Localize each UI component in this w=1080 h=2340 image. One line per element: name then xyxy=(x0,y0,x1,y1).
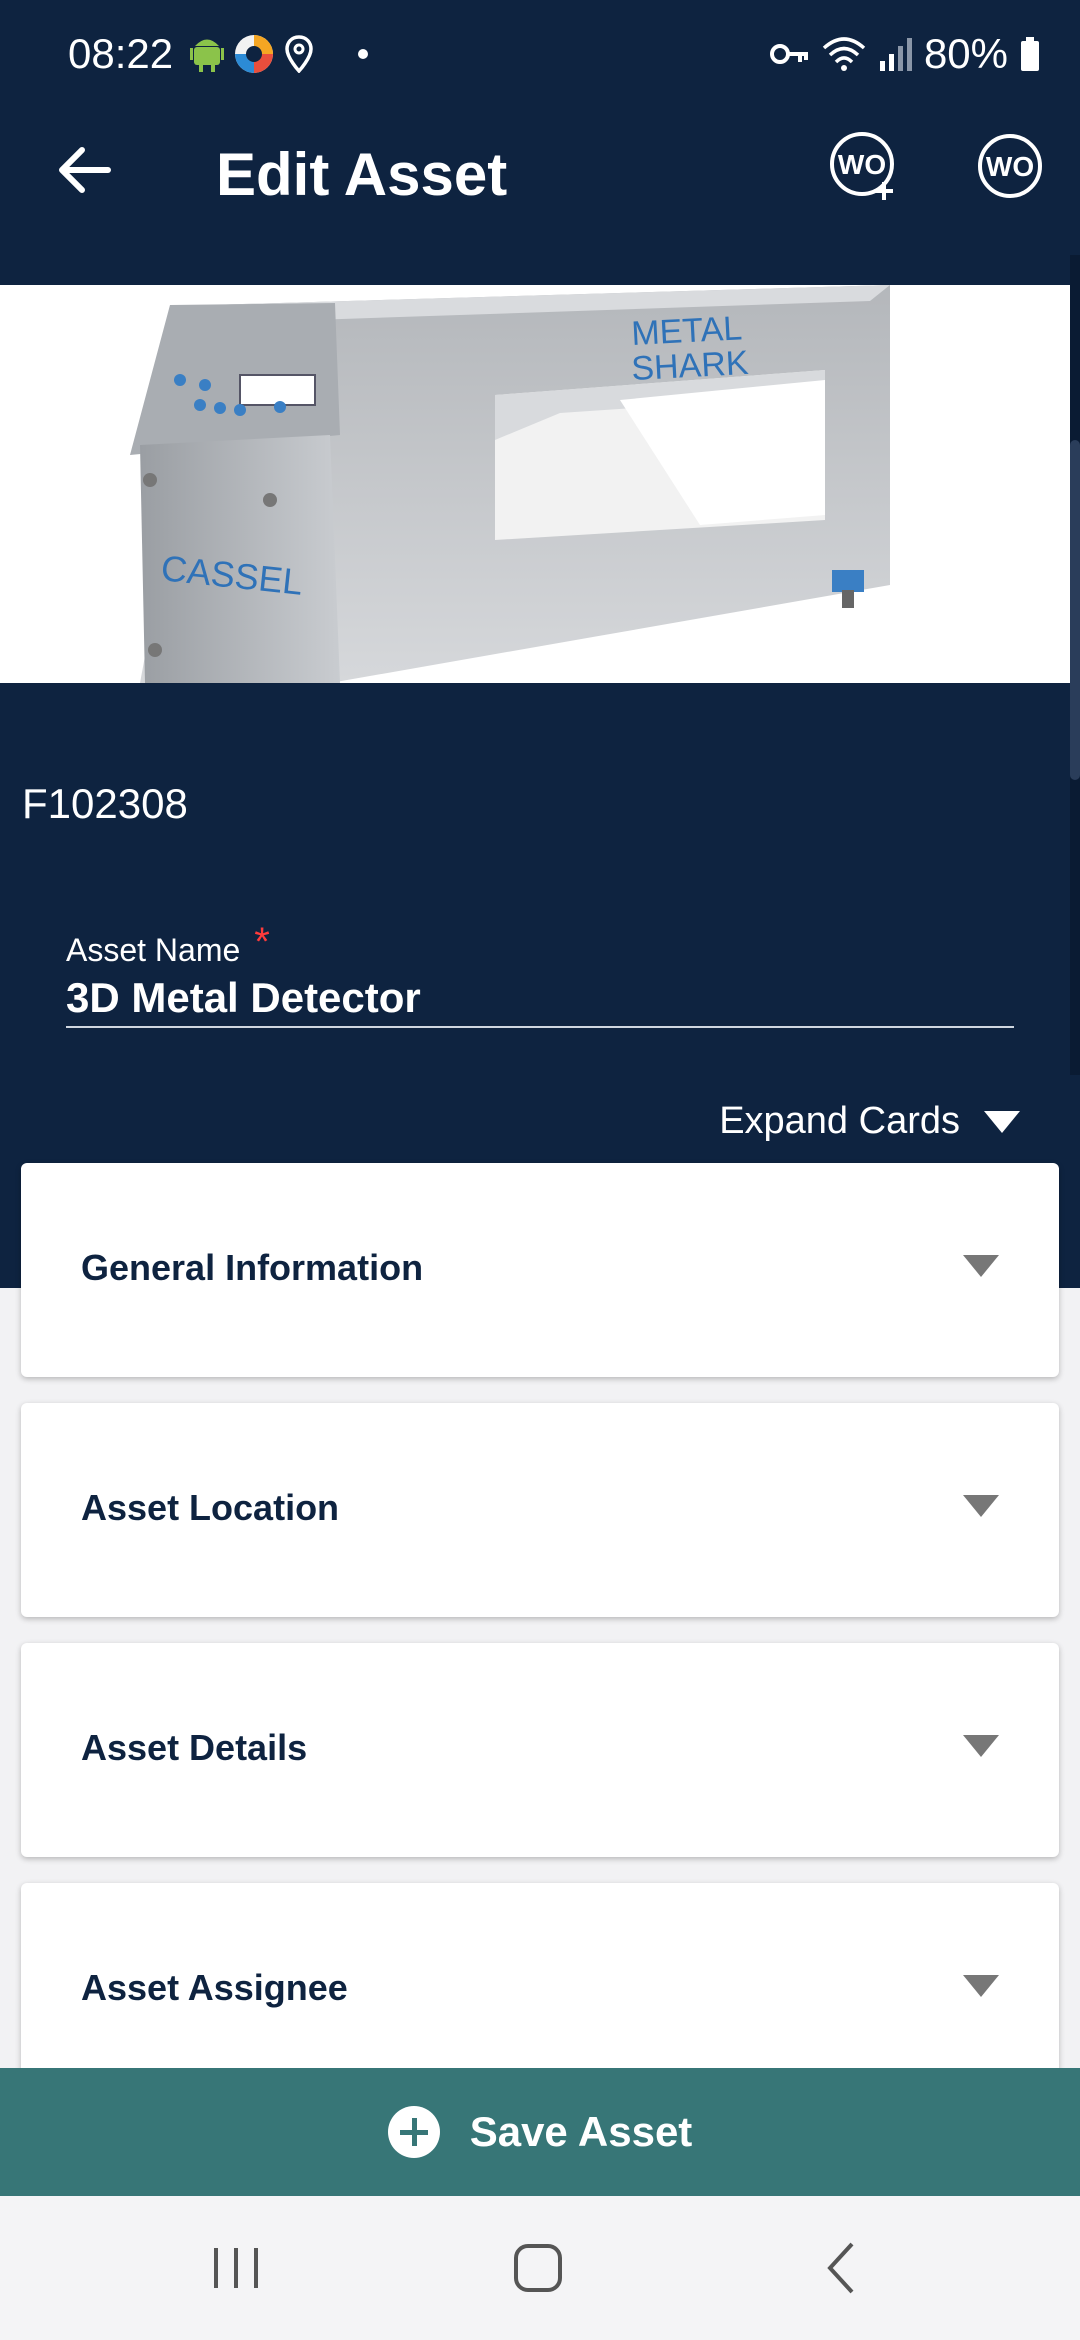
home-icon[interactable] xyxy=(498,2236,578,2300)
svg-text:WO: WO xyxy=(986,151,1034,182)
save-asset-button[interactable]: Save Asset xyxy=(0,2068,1080,2196)
card-asset-location[interactable]: Asset Location xyxy=(21,1403,1059,1617)
chevron-down-icon[interactable] xyxy=(963,1255,999,1277)
asset-photo: CASSEL METAL SHARK xyxy=(0,285,1072,683)
page-title: Edit Asset xyxy=(216,141,508,208)
work-order-icon[interactable]: WO xyxy=(974,130,1046,202)
back-arrow-icon[interactable] xyxy=(54,140,114,200)
add-work-order-icon[interactable]: WO xyxy=(828,130,900,202)
chevron-down-icon[interactable] xyxy=(963,1735,999,1757)
asset-name-input[interactable]: 3D Metal Detector xyxy=(66,974,421,1022)
asset-name-label: Asset Name * xyxy=(66,920,270,968)
back-nav-icon[interactable] xyxy=(802,2236,882,2300)
notification-dot xyxy=(358,49,368,59)
system-nav-bar xyxy=(0,2196,1080,2340)
chevron-down-icon xyxy=(984,1110,1020,1133)
status-bar: 08:22 80% xyxy=(0,0,1080,110)
scrollbar-thumb[interactable] xyxy=(1070,440,1080,780)
card-title: Asset Location xyxy=(81,1487,340,1528)
asset-name-underline xyxy=(66,1026,1014,1028)
card-title: General Information xyxy=(81,1247,424,1288)
status-time: 08:22 xyxy=(68,30,174,77)
chevron-down-icon[interactable] xyxy=(963,1495,999,1517)
required-marker: * xyxy=(254,920,270,964)
chevron-down-icon[interactable] xyxy=(963,1975,999,1997)
card-general-information[interactable]: General Information xyxy=(21,1163,1059,1377)
battery-icon xyxy=(1021,37,1039,71)
card-title: Asset Assignee xyxy=(81,1967,348,2008)
svg-text:SHARK: SHARK xyxy=(630,344,749,388)
card-asset-details[interactable]: Asset Details xyxy=(21,1643,1059,1857)
vpn-key-icon xyxy=(769,44,808,64)
card-asset-assignee[interactable]: Asset Assignee xyxy=(21,1883,1059,2097)
card-title: Asset Details xyxy=(81,1727,308,1768)
expand-cards-toggle[interactable]: Expand Cards xyxy=(719,1100,1020,1143)
wifi-icon xyxy=(822,37,866,71)
signal-icon xyxy=(879,38,912,71)
add-circle-icon xyxy=(387,2106,440,2158)
save-asset-label: Save Asset xyxy=(469,2108,693,2155)
battery-percent: 80% xyxy=(923,30,1008,77)
app-logo-icon xyxy=(235,35,273,73)
recent-apps-icon[interactable] xyxy=(196,2236,276,2300)
svg-text:WO: WO xyxy=(838,149,886,180)
asset-id: F102308 xyxy=(22,780,188,827)
android-icon xyxy=(190,39,224,72)
metal-detector-illustration: CASSEL METAL SHARK xyxy=(130,285,890,683)
location-icon xyxy=(285,35,313,73)
expand-cards-label: Expand Cards xyxy=(719,1100,960,1142)
